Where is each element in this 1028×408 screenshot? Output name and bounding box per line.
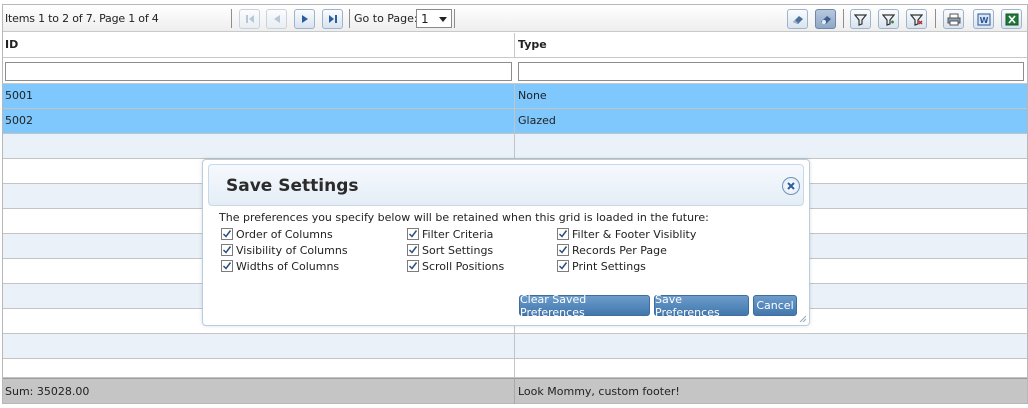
- filter-clear-button[interactable]: [906, 9, 927, 29]
- excel-export-icon: [1005, 13, 1018, 25]
- option-print-settings[interactable]: Print Settings: [557, 259, 646, 273]
- close-icon: [787, 182, 795, 190]
- prev-page-icon: [273, 15, 280, 23]
- print-icon: [947, 13, 960, 25]
- checkbox[interactable]: [407, 260, 419, 272]
- option-label: Filter & Footer Visiblity: [572, 227, 697, 241]
- last-page-button[interactable]: [322, 9, 343, 29]
- type-filter-input[interactable]: [518, 62, 1024, 81]
- filter-add-icon: [882, 13, 895, 26]
- goto-page-label: Go to Page:: [354, 12, 418, 25]
- option-label: Print Settings: [572, 259, 646, 273]
- option-filter-footer-visibility[interactable]: Filter & Footer Visiblity: [557, 227, 696, 241]
- excel-export-button[interactable]: [1001, 9, 1022, 29]
- dialog-description: The preferences you specify below will b…: [219, 211, 709, 224]
- option-visibility-of-columns[interactable]: Visibility of Columns: [221, 243, 348, 257]
- first-page-icon: [245, 15, 254, 23]
- eraser-button[interactable]: [787, 9, 808, 29]
- next-page-button[interactable]: [294, 9, 315, 29]
- option-label: Widths of Columns: [236, 259, 340, 273]
- option-sort-settings[interactable]: Sort Settings: [407, 243, 493, 257]
- table-row[interactable]: 5001 None: [3, 84, 1027, 109]
- filter-row: [3, 58, 1027, 84]
- type-cell: Glazed: [518, 114, 556, 127]
- resize-handle-icon[interactable]: [797, 313, 807, 323]
- prev-page-button[interactable]: [266, 9, 287, 29]
- save-settings-icon: [820, 16, 831, 24]
- last-page-icon: [328, 15, 337, 23]
- close-button[interactable]: [782, 177, 800, 195]
- checkbox[interactable]: [221, 228, 233, 240]
- filter-icon: [854, 13, 867, 26]
- option-label: Visibility of Columns: [236, 243, 348, 257]
- grid-footer: Sum: 35028.00 Look Mommy, custom footer!: [3, 378, 1027, 404]
- checkmark-icon: [222, 246, 232, 254]
- checkmark-icon: [558, 246, 568, 254]
- print-button[interactable]: [943, 9, 964, 29]
- next-page-icon: [301, 15, 308, 23]
- word-export-button[interactable]: W: [973, 9, 994, 29]
- checkmark-icon: [408, 246, 418, 254]
- checkbox[interactable]: [407, 244, 419, 256]
- toolbar-separator: [454, 9, 455, 28]
- checkbox[interactable]: [221, 260, 233, 272]
- save-preferences-button[interactable]: Save Preferences: [654, 293, 749, 319]
- grid-toolbar: Items 1 to 2 of 7. Page 1 of 4 Go to Pag…: [3, 5, 1027, 32]
- save-settings-dialog: Save Settings The preferences you specif…: [202, 159, 810, 326]
- checkbox[interactable]: [557, 260, 569, 272]
- table-row[interactable]: 5002 Glazed: [3, 109, 1027, 134]
- option-label: Order of Columns: [236, 227, 333, 241]
- id-cell: 5002: [3, 109, 515, 133]
- goto-page-select[interactable]: 1: [416, 9, 452, 28]
- filter-button[interactable]: [850, 9, 871, 29]
- option-label: Filter Criteria: [422, 227, 494, 241]
- option-label: Sort Settings: [422, 243, 494, 257]
- footer-sum: Sum: 35028.00: [3, 379, 515, 404]
- checkmark-icon: [222, 262, 232, 270]
- column-header-id[interactable]: ID: [3, 33, 515, 57]
- clear-saved-preferences-button[interactable]: Clear Saved Preferences: [519, 293, 650, 319]
- filter-clear-icon: [910, 13, 923, 26]
- checkbox[interactable]: [557, 228, 569, 240]
- type-cell: None: [518, 89, 547, 102]
- checkmark-icon: [408, 230, 418, 238]
- checkmark-icon: [558, 230, 568, 238]
- option-widths-of-columns[interactable]: Widths of Columns: [221, 259, 339, 273]
- option-label: Scroll Positions: [422, 259, 505, 273]
- checkbox[interactable]: [557, 244, 569, 256]
- option-label: Records Per Page: [572, 243, 667, 257]
- filter-add-button[interactable]: [878, 9, 899, 29]
- option-scroll-positions[interactable]: Scroll Positions: [407, 259, 504, 273]
- option-filter-criteria[interactable]: Filter Criteria: [407, 227, 493, 241]
- toolbar-separator: [843, 9, 844, 28]
- id-cell: 5001: [3, 84, 515, 108]
- eraser-icon: [792, 16, 803, 24]
- empty-row: [3, 134, 1027, 159]
- option-order-of-columns[interactable]: Order of Columns: [221, 227, 333, 241]
- checkmark-icon: [558, 262, 568, 270]
- goto-page-value: 1: [421, 12, 429, 26]
- checkbox[interactable]: [407, 228, 419, 240]
- toolbar-separator: [349, 9, 350, 28]
- checkmark-icon: [222, 230, 232, 238]
- first-page-button[interactable]: [239, 9, 260, 29]
- chevron-down-icon: [439, 17, 447, 22]
- toolbar-separator: [231, 9, 232, 28]
- dialog-header: Save Settings: [208, 164, 804, 206]
- checkmark-icon: [408, 262, 418, 270]
- toolbar-separator: [935, 9, 936, 28]
- cancel-button[interactable]: Cancel: [753, 295, 797, 316]
- empty-row: [3, 334, 1027, 359]
- id-filter-input[interactable]: [5, 62, 512, 81]
- dialog-title: Save Settings: [226, 176, 359, 196]
- checkbox[interactable]: [221, 244, 233, 256]
- svg-text:W: W: [979, 16, 988, 25]
- option-records-per-page[interactable]: Records Per Page: [557, 243, 667, 257]
- footer-type: Look Mommy, custom footer!: [518, 385, 680, 398]
- save-settings-button[interactable]: [815, 9, 836, 29]
- empty-row: [3, 359, 1027, 378]
- pager-info: Items 1 to 2 of 7. Page 1 of 4: [5, 12, 159, 25]
- column-header-type[interactable]: Type: [516, 33, 1027, 57]
- word-export-icon: W: [977, 13, 990, 25]
